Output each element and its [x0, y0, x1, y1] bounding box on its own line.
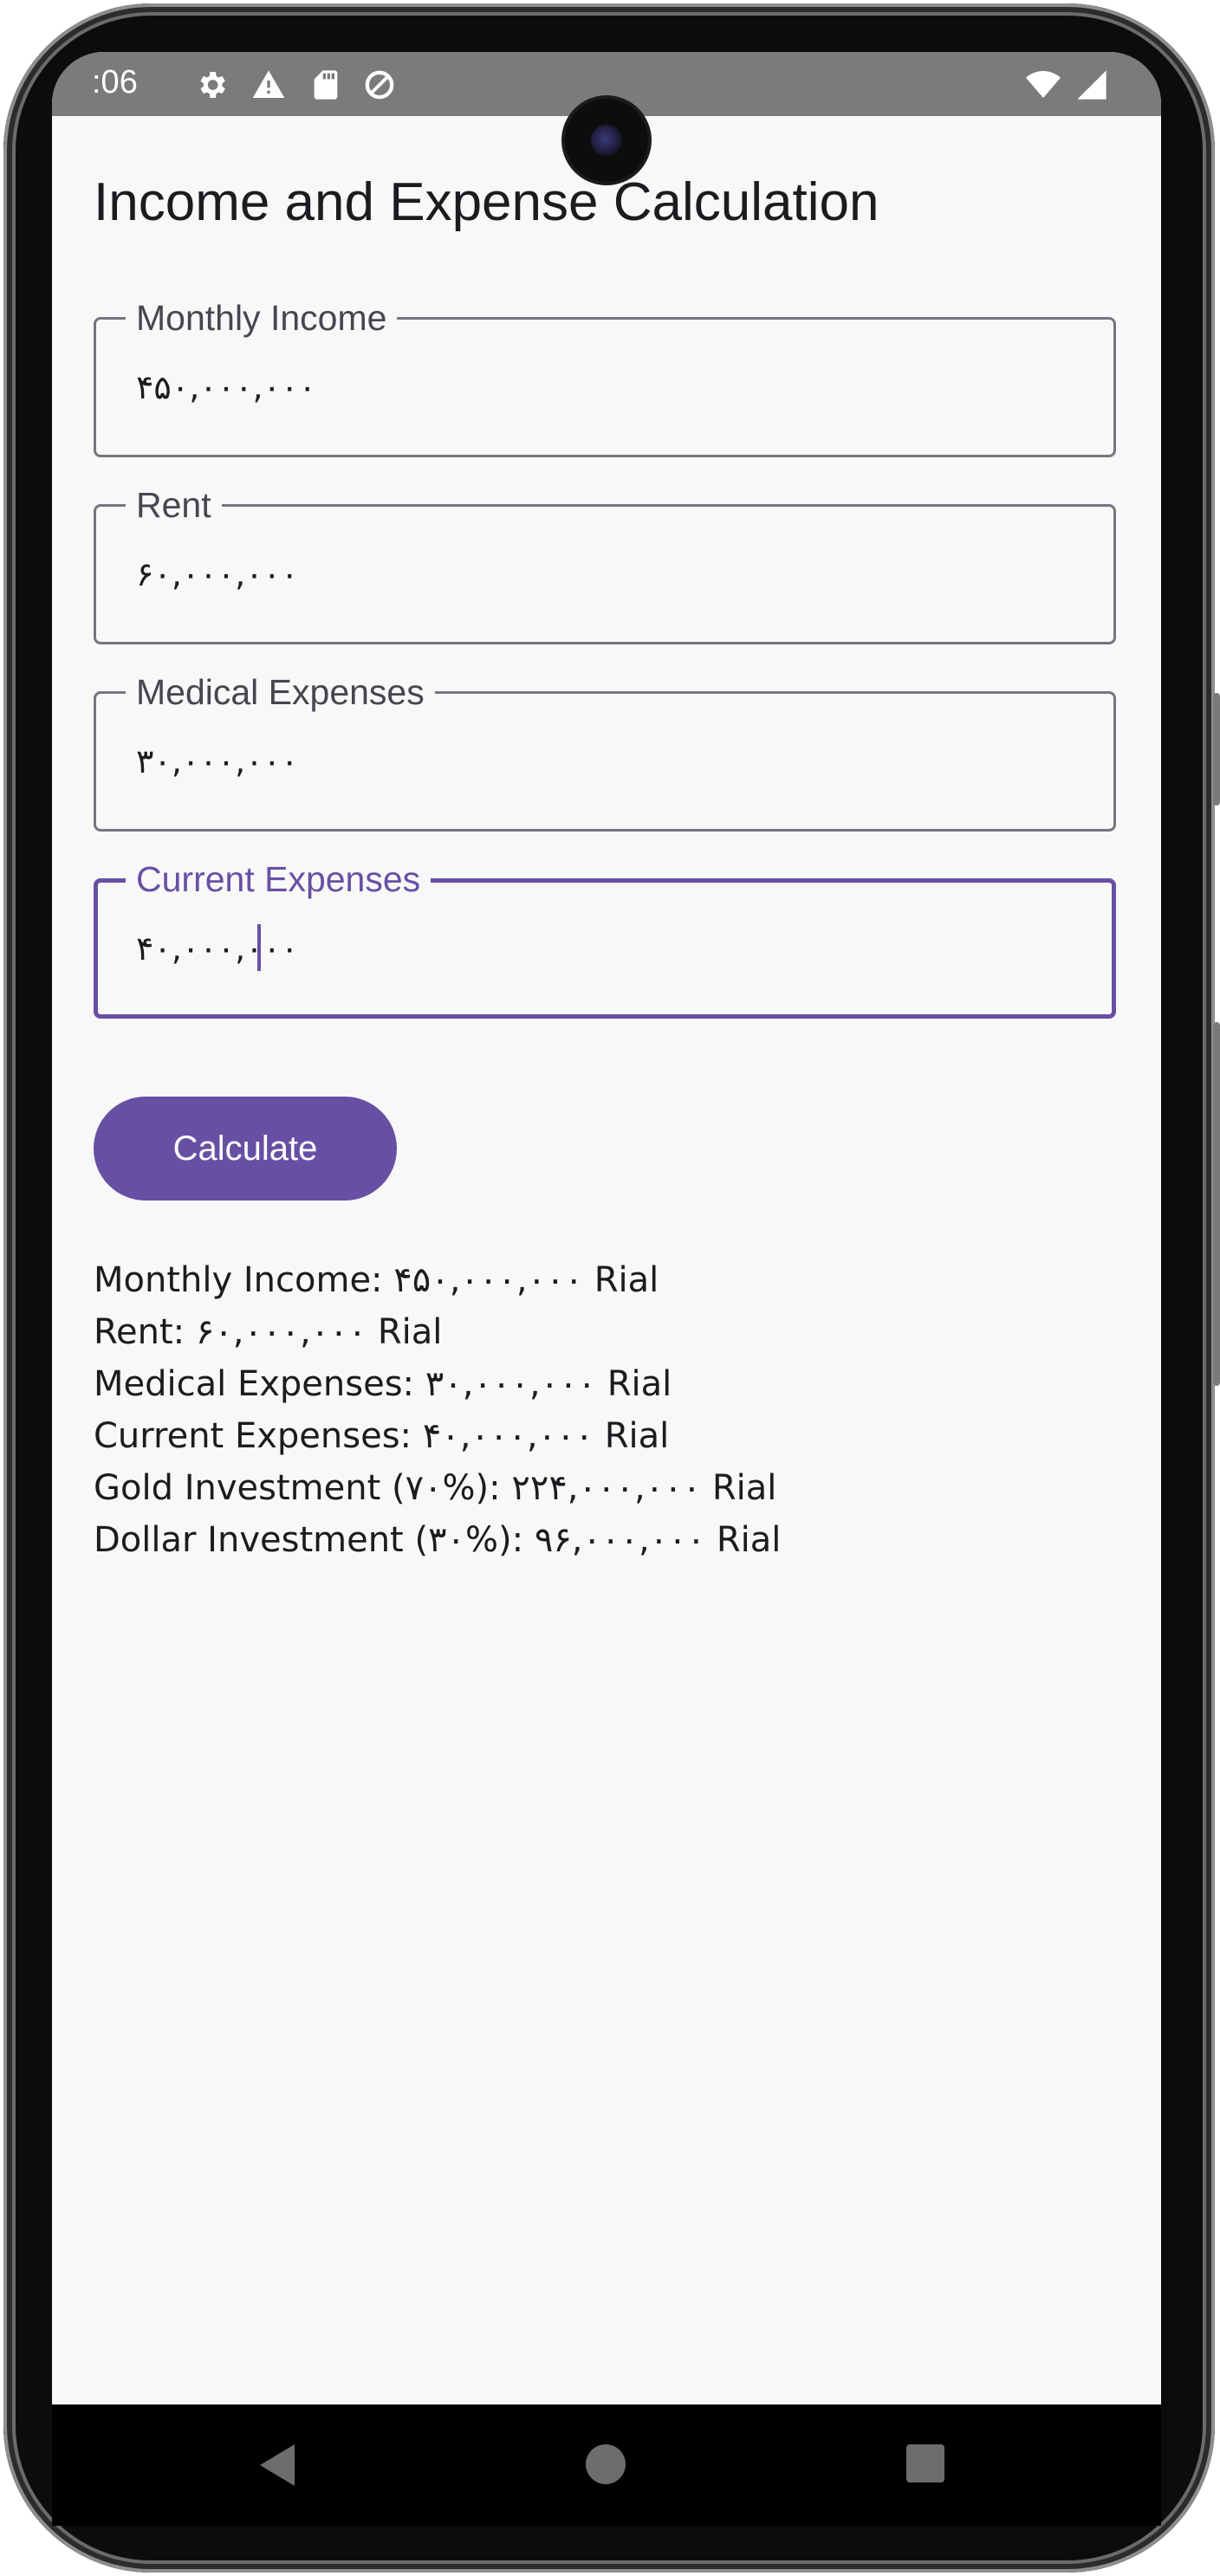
result-rent: Rent: ۶۰,۰۰۰,۰۰۰ Rial	[94, 1312, 443, 1352]
rent-label: Rent	[126, 483, 222, 527]
result-gold-investment: Gold Investment (۷۰%): ۲۲۴,۰۰۰,۰۰۰ Rial	[94, 1468, 777, 1508]
current-expenses-label: Current Expenses	[126, 858, 432, 901]
calculate-button[interactable]: Calculate	[94, 1097, 397, 1201]
result-dollar-investment: Dollar Investment (۳۰%): ۹۶,۰۰۰,۰۰۰ Rial	[94, 1520, 782, 1560]
wifi-icon	[1026, 71, 1061, 98]
result-current-expenses: Current Expenses: ۴۰,۰۰۰,۰۰۰ Rial	[94, 1416, 670, 1456]
result-medical-expenses: Medical Expenses: ۳۰,۰۰۰,۰۰۰ Rial	[94, 1364, 672, 1404]
page-title: Income and Expense Calculation	[94, 172, 879, 232]
settings-icon	[200, 72, 225, 98]
navigation-bar	[52, 2404, 1161, 2526]
current-expenses-value: ۴۰,۰۰۰,۰۰۰	[136, 924, 299, 971]
rent-value: ۶۰,۰۰۰,۰۰۰	[136, 555, 299, 593]
rent-field[interactable]: Rent ۶۰,۰۰۰,۰۰۰	[94, 483, 1116, 644]
side-button	[1213, 693, 1220, 806]
sd-card-icon	[314, 70, 338, 100]
medical-expenses-field[interactable]: Medical Expenses ۳۰,۰۰۰,۰۰۰	[94, 670, 1116, 832]
status-time: :06	[92, 64, 138, 100]
phone-frame: :06 Income and Expense Calculation Month…	[0, 0, 1220, 2576]
side-button	[1213, 1022, 1220, 1386]
camera-lens	[591, 125, 622, 156]
monthly-income-label: Monthly Income	[126, 296, 398, 340]
warning-icon	[252, 70, 285, 98]
back-icon[interactable]	[260, 2444, 295, 2486]
current-expenses-text: ۴۰,۰۰۰,۰۰۰	[136, 929, 299, 968]
result-monthly-income: Monthly Income: ۴۵۰,۰۰۰,۰۰۰ Rial	[94, 1260, 659, 1300]
front-camera	[565, 99, 648, 182]
text-cursor	[257, 924, 261, 971]
medical-expenses-value: ۳۰,۰۰۰,۰۰۰	[136, 742, 299, 780]
signal-icon	[1077, 70, 1106, 100]
current-expenses-field[interactable]: Current Expenses ۴۰,۰۰۰,۰۰۰	[94, 858, 1116, 1019]
recents-icon[interactable]	[906, 2444, 944, 2482]
monthly-income-field[interactable]: Monthly Income ۴۵۰,۰۰۰,۰۰۰	[94, 296, 1116, 457]
screen: :06 Income and Expense Calculation Month…	[52, 52, 1161, 2408]
medical-expenses-label: Medical Expenses	[126, 670, 435, 714]
home-icon[interactable]	[586, 2444, 626, 2484]
monthly-income-value: ۴۵۰,۰۰۰,۰۰۰	[136, 368, 316, 406]
results-list: Monthly Income: ۴۵۰,۰۰۰,۰۰۰ Rial Rent: ۶…	[94, 1254, 1116, 1566]
data-saver-icon	[365, 70, 394, 100]
